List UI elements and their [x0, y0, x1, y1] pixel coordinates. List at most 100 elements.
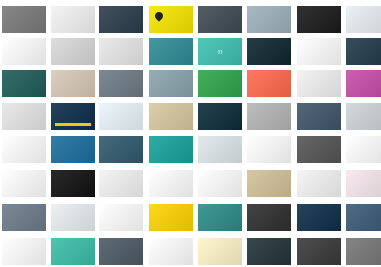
thumbnail-card[interactable]: [198, 70, 242, 97]
thumbnail-card[interactable]: [99, 204, 143, 231]
thumbnail-card[interactable]: [247, 238, 291, 265]
thumbnail-card[interactable]: [247, 6, 291, 33]
thumbnail-image: [149, 103, 193, 130]
thumbnail-card[interactable]: [198, 170, 242, 197]
thumbnail-title: 03: [217, 49, 223, 54]
thumbnail-card[interactable]: [149, 6, 193, 33]
thumbnail-image: [247, 6, 291, 33]
thumbnail-card[interactable]: [198, 6, 242, 33]
thumbnail-card[interactable]: [247, 103, 291, 130]
thumbnail-image: [51, 136, 95, 163]
thumbnail-card[interactable]: [297, 70, 341, 97]
thumbnail-image: [149, 70, 193, 97]
thumbnail-image: [2, 136, 46, 163]
thumbnail-card[interactable]: [346, 6, 381, 33]
thumbnail-card[interactable]: [99, 170, 143, 197]
thumbnail-card[interactable]: [297, 38, 341, 65]
thumbnail-card[interactable]: [198, 103, 242, 130]
thumbnail-image: [149, 238, 193, 265]
thumbnail-card[interactable]: [149, 170, 193, 197]
thumbnail-card[interactable]: [51, 136, 95, 163]
thumbnail-image: [2, 103, 46, 130]
thumbnail-card[interactable]: [51, 204, 95, 231]
thumbnail-image: [51, 170, 95, 197]
thumbnail-card[interactable]: [346, 170, 381, 197]
thumbnail-card[interactable]: [297, 170, 341, 197]
thumbnail-card[interactable]: [2, 6, 46, 33]
thumbnail-card[interactable]: 03: [198, 38, 242, 65]
thumbnail-card[interactable]: [51, 70, 95, 97]
thumbnail-image: [51, 70, 95, 97]
thumbnail-image: [2, 170, 46, 197]
thumbnail-card[interactable]: [247, 170, 291, 197]
thumbnail-card[interactable]: [346, 136, 381, 163]
thumbnail-card[interactable]: [297, 238, 341, 265]
thumbnail-card[interactable]: [297, 6, 341, 33]
thumbnail-image: [297, 238, 341, 265]
thumbnail-image: [51, 6, 95, 33]
thumbnail-card[interactable]: [2, 70, 46, 97]
thumbnail-card[interactable]: [346, 238, 381, 265]
thumbnail-image: [99, 136, 143, 163]
thumbnail-card[interactable]: [51, 170, 95, 197]
thumbnail-image: [346, 70, 381, 97]
thumbnail-card[interactable]: [2, 136, 46, 163]
thumbnail-card[interactable]: [198, 136, 242, 163]
thumbnail-card[interactable]: [346, 204, 381, 231]
thumbnail-card[interactable]: [51, 103, 95, 130]
thumbnail-image: [247, 70, 291, 97]
thumbnail-image: [346, 103, 381, 130]
thumbnail-card[interactable]: [247, 136, 291, 163]
thumbnail-card[interactable]: [99, 70, 143, 97]
thumbnail-card[interactable]: [99, 103, 143, 130]
thumbnail-card[interactable]: [149, 204, 193, 231]
thumbnail-card[interactable]: [198, 238, 242, 265]
thumbnail-image: [346, 238, 381, 265]
thumbnail-card[interactable]: [247, 38, 291, 65]
thumbnail-card[interactable]: [149, 38, 193, 65]
thumbnail-card[interactable]: [247, 204, 291, 231]
thumbnail-card[interactable]: [51, 38, 95, 65]
thumbnail-image: [346, 204, 381, 231]
thumbnail-image: [51, 238, 95, 265]
thumbnail-card[interactable]: [2, 204, 46, 231]
thumbnail-image: [99, 38, 143, 65]
thumbnail-card[interactable]: [198, 204, 242, 231]
thumbnail-image: [149, 38, 193, 65]
thumbnail-image: [247, 103, 291, 130]
thumbnail-card[interactable]: [99, 136, 143, 163]
thumbnail-card[interactable]: [51, 6, 95, 33]
thumbnail-card[interactable]: [99, 238, 143, 265]
thumbnail-row: 03: [0, 38, 381, 65]
thumbnail-card[interactable]: [149, 136, 193, 163]
thumbnail-image: [346, 170, 381, 197]
thumbnail-image: [247, 38, 291, 65]
thumbnail-card[interactable]: [99, 38, 143, 65]
thumbnail-card[interactable]: [2, 238, 46, 265]
thumbnail-card[interactable]: [99, 6, 143, 33]
thumbnail-row: [0, 103, 381, 130]
thumbnail-card[interactable]: [247, 70, 291, 97]
thumbnail-card[interactable]: [346, 38, 381, 65]
thumbnail-card[interactable]: [297, 136, 341, 163]
thumbnail-card[interactable]: [2, 170, 46, 197]
thumbnail-image: [198, 204, 242, 231]
thumbnail-row: [0, 238, 381, 265]
thumbnail-card[interactable]: [2, 38, 46, 65]
thumbnail-row: [0, 204, 381, 231]
thumbnail-image: [346, 38, 381, 65]
thumbnail-image: [198, 238, 242, 265]
thumbnail-card[interactable]: [297, 103, 341, 130]
thumbnail-card[interactable]: [51, 238, 95, 265]
thumbnail-card[interactable]: [346, 70, 381, 97]
thumbnail-card[interactable]: [2, 103, 46, 130]
thumbnail-card[interactable]: [149, 238, 193, 265]
thumbnail-image: [247, 238, 291, 265]
thumbnail-card[interactable]: [149, 70, 193, 97]
thumbnail-card[interactable]: [297, 204, 341, 231]
thumbnail-image: [198, 170, 242, 197]
thumbnail-card[interactable]: [149, 103, 193, 130]
thumbnail-card[interactable]: [346, 103, 381, 130]
thumbnail-image: [247, 136, 291, 163]
thumbnail-image: [198, 136, 242, 163]
